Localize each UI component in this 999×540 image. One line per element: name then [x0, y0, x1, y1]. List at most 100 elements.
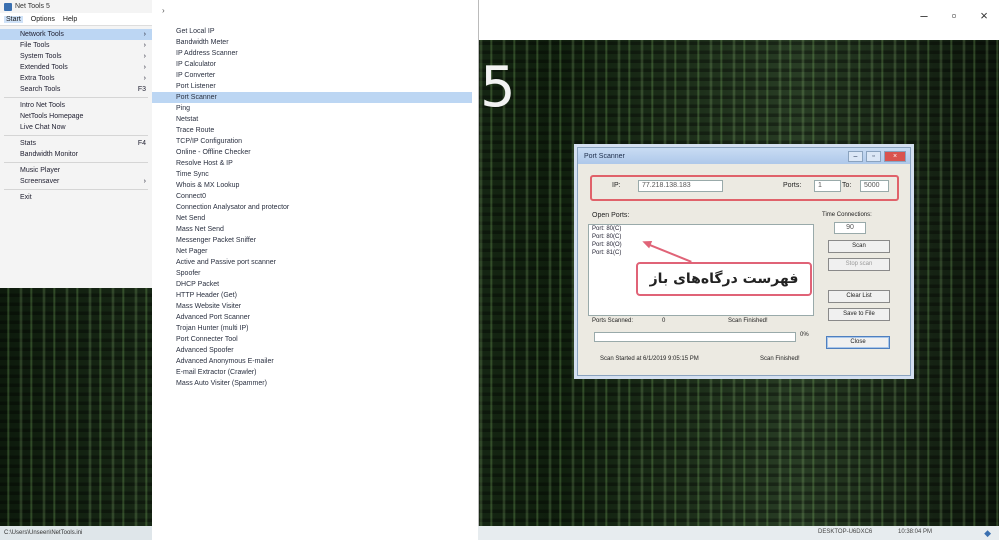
tool-category-label: Stats — [20, 140, 36, 147]
stop-scan-button[interactable]: Stop scan — [828, 258, 890, 271]
network-tool-item[interactable]: HTTP Header (Get) — [152, 290, 472, 301]
network-tool-item[interactable]: Ping — [152, 103, 472, 114]
network-tool-item[interactable]: Mass Net Send — [152, 224, 472, 235]
left-status-bar: C:\Users\Unseen\NetTools.ini — [0, 526, 156, 540]
network-tool-item[interactable]: Advanced Port Scanner — [152, 312, 472, 323]
network-tool-item[interactable]: Mass Website Visiter — [152, 301, 472, 312]
tool-category-item[interactable]: System Tools › — [0, 51, 152, 62]
port-from-input[interactable]: 1 — [814, 180, 841, 192]
clear-list-button[interactable]: Clear List — [828, 290, 890, 303]
status-bar: DESKTOP-U6DXC6 10:38:04 PM ◆ — [478, 526, 999, 540]
network-tool-item[interactable]: Bandwidth Meter — [152, 37, 472, 48]
dialog-maximize-button[interactable]: ▫ — [866, 151, 881, 162]
port-row[interactable]: Port: 81(C) — [589, 249, 813, 257]
network-tool-item[interactable]: Spoofer — [152, 268, 472, 279]
network-tool-item[interactable]: Net Pager — [152, 246, 472, 257]
network-tool-item[interactable]: Active and Passive port scanner — [152, 257, 472, 268]
menu-separator — [4, 135, 148, 136]
tool-category-label: Extra Tools — [20, 75, 55, 82]
network-tool-item[interactable]: Netstat — [152, 114, 472, 125]
ports-scanned-label: Ports Scanned: — [592, 318, 634, 324]
ports-label: Ports: — [783, 182, 802, 189]
dialog-close-button[interactable]: × — [884, 151, 906, 162]
app-sidebar: Net Tools 5 Start Options Help Network T… — [0, 0, 153, 288]
tool-category-item[interactable]: Extra Tools › — [0, 73, 152, 84]
scan-progress-bar — [594, 332, 796, 342]
network-tool-item[interactable]: E-mail Extractor (Crawler) — [152, 367, 472, 378]
tool-category-item[interactable]: Extended Tools › — [0, 62, 152, 73]
network-tool-item[interactable]: Resolve Host & IP — [152, 158, 472, 169]
tool-category-label: Search Tools — [20, 86, 61, 93]
scan-button[interactable]: Scan — [828, 240, 890, 253]
tool-category-item[interactable]: Bandwidth Monitor — [0, 149, 152, 160]
network-tool-item[interactable]: Port Listener — [152, 81, 472, 92]
network-tool-item[interactable]: Port Scanner — [152, 92, 472, 103]
dialog-minimize-button[interactable]: – — [848, 151, 863, 162]
close-button[interactable]: × — [975, 8, 993, 23]
maximize-button[interactable]: ▫ — [945, 8, 963, 23]
network-tool-item[interactable]: Trace Route — [152, 125, 472, 136]
close-dialog-button[interactable]: Close — [826, 336, 890, 349]
network-tool-item[interactable]: Connect0 — [152, 191, 472, 202]
tool-category-label: System Tools — [20, 53, 62, 60]
tool-category-label: Exit — [20, 194, 32, 201]
timeout-label: Time Connections: — [822, 212, 872, 218]
tool-category-item[interactable]: File Tools › — [0, 40, 152, 51]
ip-input[interactable]: 77.218.138.183 — [638, 180, 723, 192]
network-tool-item[interactable]: IP Address Scanner — [152, 48, 472, 59]
scan-finished-label: Scan Finished! — [728, 318, 768, 324]
save-to-file-button[interactable]: Save to File — [828, 308, 890, 321]
menu-start[interactable]: Start — [4, 15, 23, 23]
submenu-arrow-icon: › — [143, 75, 146, 82]
tool-category-label: Bandwidth Monitor — [20, 151, 78, 158]
port-row[interactable]: Port: 80(C) — [589, 225, 813, 233]
network-tool-item[interactable]: Port Connecter Tool — [152, 334, 472, 345]
network-tool-item[interactable]: Advanced Anonymous E-mailer — [152, 356, 472, 367]
tool-category-item[interactable]: Stats F4 — [0, 138, 152, 149]
network-tool-item[interactable]: Connection Analysator and protector — [152, 202, 472, 213]
tool-category-item[interactable]: Live Chat Now — [0, 122, 152, 133]
network-tool-item[interactable]: Mass Auto Visiter (Spammer) — [152, 378, 472, 389]
network-tool-item[interactable]: DHCP Packet — [152, 279, 472, 290]
network-tool-item[interactable]: Trojan Hunter (multi IP) — [152, 323, 472, 334]
menu-options[interactable]: Options — [31, 16, 55, 23]
network-tool-item[interactable]: Time Sync — [152, 169, 472, 180]
scan-finished-text: Scan Finished! — [760, 356, 800, 362]
ip-label: IP: — [612, 182, 621, 189]
network-tool-item[interactable]: Get Local IP — [152, 26, 472, 37]
tool-category-item[interactable]: Music Player — [0, 165, 152, 176]
tool-category-label: Music Player — [20, 167, 61, 174]
scan-started-text: Scan Started at 6/1/2019 9:05:15 PM — [600, 356, 699, 362]
tool-category-item[interactable]: Search Tools F3 — [0, 84, 152, 95]
tool-category-label: Extended Tools — [20, 64, 68, 71]
menu-help[interactable]: Help — [63, 16, 77, 23]
tray-icon[interactable]: ◆ — [984, 528, 991, 539]
open-ports-label: Open Ports: — [592, 212, 630, 219]
minimize-button[interactable]: – — [915, 8, 933, 23]
network-tool-item[interactable]: Advanced Spoofer — [152, 345, 472, 356]
network-tool-item[interactable]: TCP/IP Configuration — [152, 136, 472, 147]
network-tools-list: Get Local IP Bandwidth Meter IP Address Sc… — [152, 26, 472, 389]
submenu-arrow-icon: F4 — [137, 140, 146, 147]
tool-category-item[interactable]: Intro Net Tools — [0, 100, 152, 111]
timeout-input[interactable]: 90 — [834, 222, 866, 234]
tool-category-item[interactable]: NetTools Homepage — [0, 111, 152, 122]
network-tool-item[interactable]: IP Converter — [152, 70, 472, 81]
tool-category-label: Live Chat Now — [20, 124, 66, 131]
network-tool-item[interactable]: Online - Offline Checker — [152, 147, 472, 158]
port-row[interactable]: Port: 80(C) — [589, 233, 813, 241]
chevron-right-icon: › — [162, 6, 165, 15]
logo-number: 5 — [480, 55, 516, 120]
tool-category-item[interactable]: Network Tools › — [0, 29, 152, 40]
network-tool-item[interactable]: Messenger Packet Sniffer — [152, 235, 472, 246]
port-to-input[interactable]: 5000 — [860, 180, 889, 192]
window-top-strip: – ▫ × — [478, 0, 999, 40]
tool-category-item[interactable]: Screensaver › — [0, 176, 152, 187]
network-tool-item[interactable]: IP Calculator — [152, 59, 472, 70]
submenu-arrow-icon: › — [143, 178, 146, 185]
network-tool-item[interactable]: Whois & MX Lookup — [152, 180, 472, 191]
tool-category-item[interactable]: Exit — [0, 192, 152, 203]
port-row[interactable]: Port: 80(O) — [589, 241, 813, 249]
network-tool-item[interactable]: Net Send — [152, 213, 472, 224]
menu-separator — [4, 97, 148, 98]
